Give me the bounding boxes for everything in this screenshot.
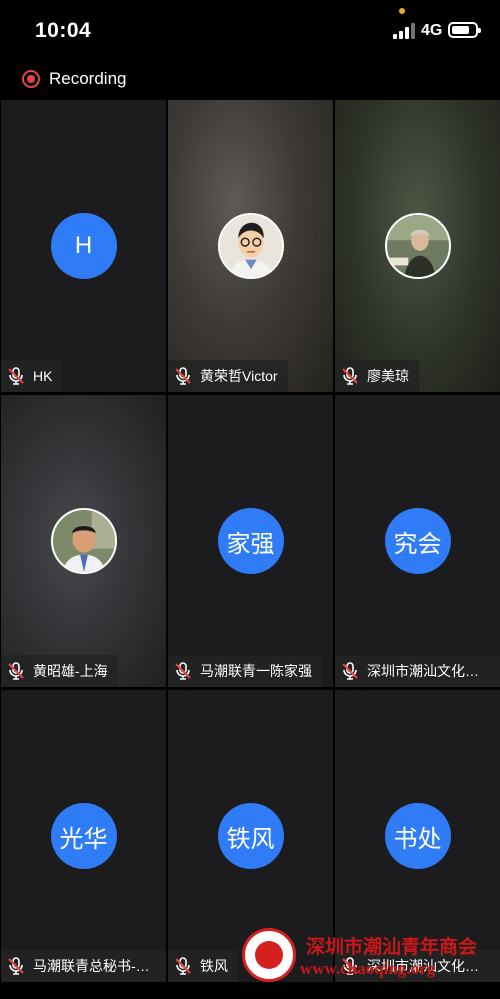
avatar: 书处 <box>384 803 451 869</box>
name-tag: 黄昭雄-上海 <box>1 655 118 687</box>
participant-name: 铁风 <box>200 958 228 974</box>
watermark-url: www.chaoqing.org <box>300 959 436 978</box>
recording-indicator[interactable]: Recording <box>22 66 127 92</box>
participant-tile[interactable]: 黄荣哲Victor <box>168 100 333 392</box>
clock: 10:04 <box>35 19 92 42</box>
participant-tile[interactable]: 黄昭雄-上海 <box>1 395 166 687</box>
mic-off-icon <box>8 957 24 975</box>
mic-off-icon <box>8 662 24 680</box>
name-tag: 马潮联青总秘书-陈… <box>1 950 166 982</box>
participant-tile[interactable]: 廖美琼 <box>335 100 500 392</box>
participant-grid: H HK 黄荣哲Victor 廖美琼 黄昭雄-上海 家强 马潮联青一陈家强 究会… <box>0 99 500 982</box>
mic-off-icon <box>175 367 191 385</box>
signal-icon <box>393 23 415 39</box>
mic-off-icon <box>342 367 358 385</box>
photo-portrait-icon <box>386 215 449 277</box>
photo-portrait-icon <box>52 510 115 572</box>
avatar: 光华 <box>50 803 117 869</box>
record-icon <box>22 70 40 88</box>
mic-off-icon <box>175 957 191 975</box>
avatar: 铁风 <box>217 803 284 869</box>
status-bar: 10:04 4G <box>0 0 500 60</box>
mic-off-icon <box>8 367 24 385</box>
participant-name: 深圳市潮汕文化研… <box>367 663 490 679</box>
name-tag: 黄荣哲Victor <box>168 360 288 392</box>
participant-name: 黄荣哲Victor <box>200 368 278 384</box>
privacy-indicator-dot <box>399 8 405 14</box>
network-type: 4G <box>421 22 443 39</box>
avatar <box>50 508 117 574</box>
participant-name: 马潮联青一陈家强 <box>200 663 312 679</box>
recording-label: Recording <box>49 69 127 88</box>
mic-off-icon <box>342 662 358 680</box>
name-tag: 深圳市潮汕文化研… <box>335 655 500 687</box>
cartoon-portrait-icon <box>219 215 282 277</box>
participant-tile[interactable]: 光华 马潮联青总秘书-陈… <box>1 690 166 982</box>
name-tag: HK <box>1 360 63 392</box>
participant-name: HK <box>33 368 53 384</box>
avatar: 究会 <box>384 508 451 574</box>
seal-logo-icon <box>242 928 296 982</box>
participant-tile[interactable]: H HK <box>1 100 166 392</box>
battery-icon <box>448 22 481 38</box>
watermark-title: 深圳市潮汕青年商会 <box>306 937 478 958</box>
participant-name: 廖美琼 <box>367 368 409 384</box>
participant-name: 马潮联青总秘书-陈… <box>33 958 156 974</box>
participant-name: 黄昭雄-上海 <box>33 663 108 679</box>
avatar: 家强 <box>217 508 284 574</box>
watermark: 深圳市潮汕青年商会 www.chaoqing.org <box>240 924 500 990</box>
avatar <box>384 213 451 279</box>
avatar <box>217 213 284 279</box>
participant-tile[interactable]: 究会 深圳市潮汕文化研… <box>335 395 500 687</box>
mic-off-icon <box>175 662 191 680</box>
name-tag: 铁风 <box>168 950 238 982</box>
avatar: H <box>50 213 117 279</box>
participant-tile[interactable]: 家强 马潮联青一陈家强 <box>168 395 333 687</box>
name-tag: 廖美琼 <box>335 360 419 392</box>
name-tag: 马潮联青一陈家强 <box>168 655 322 687</box>
